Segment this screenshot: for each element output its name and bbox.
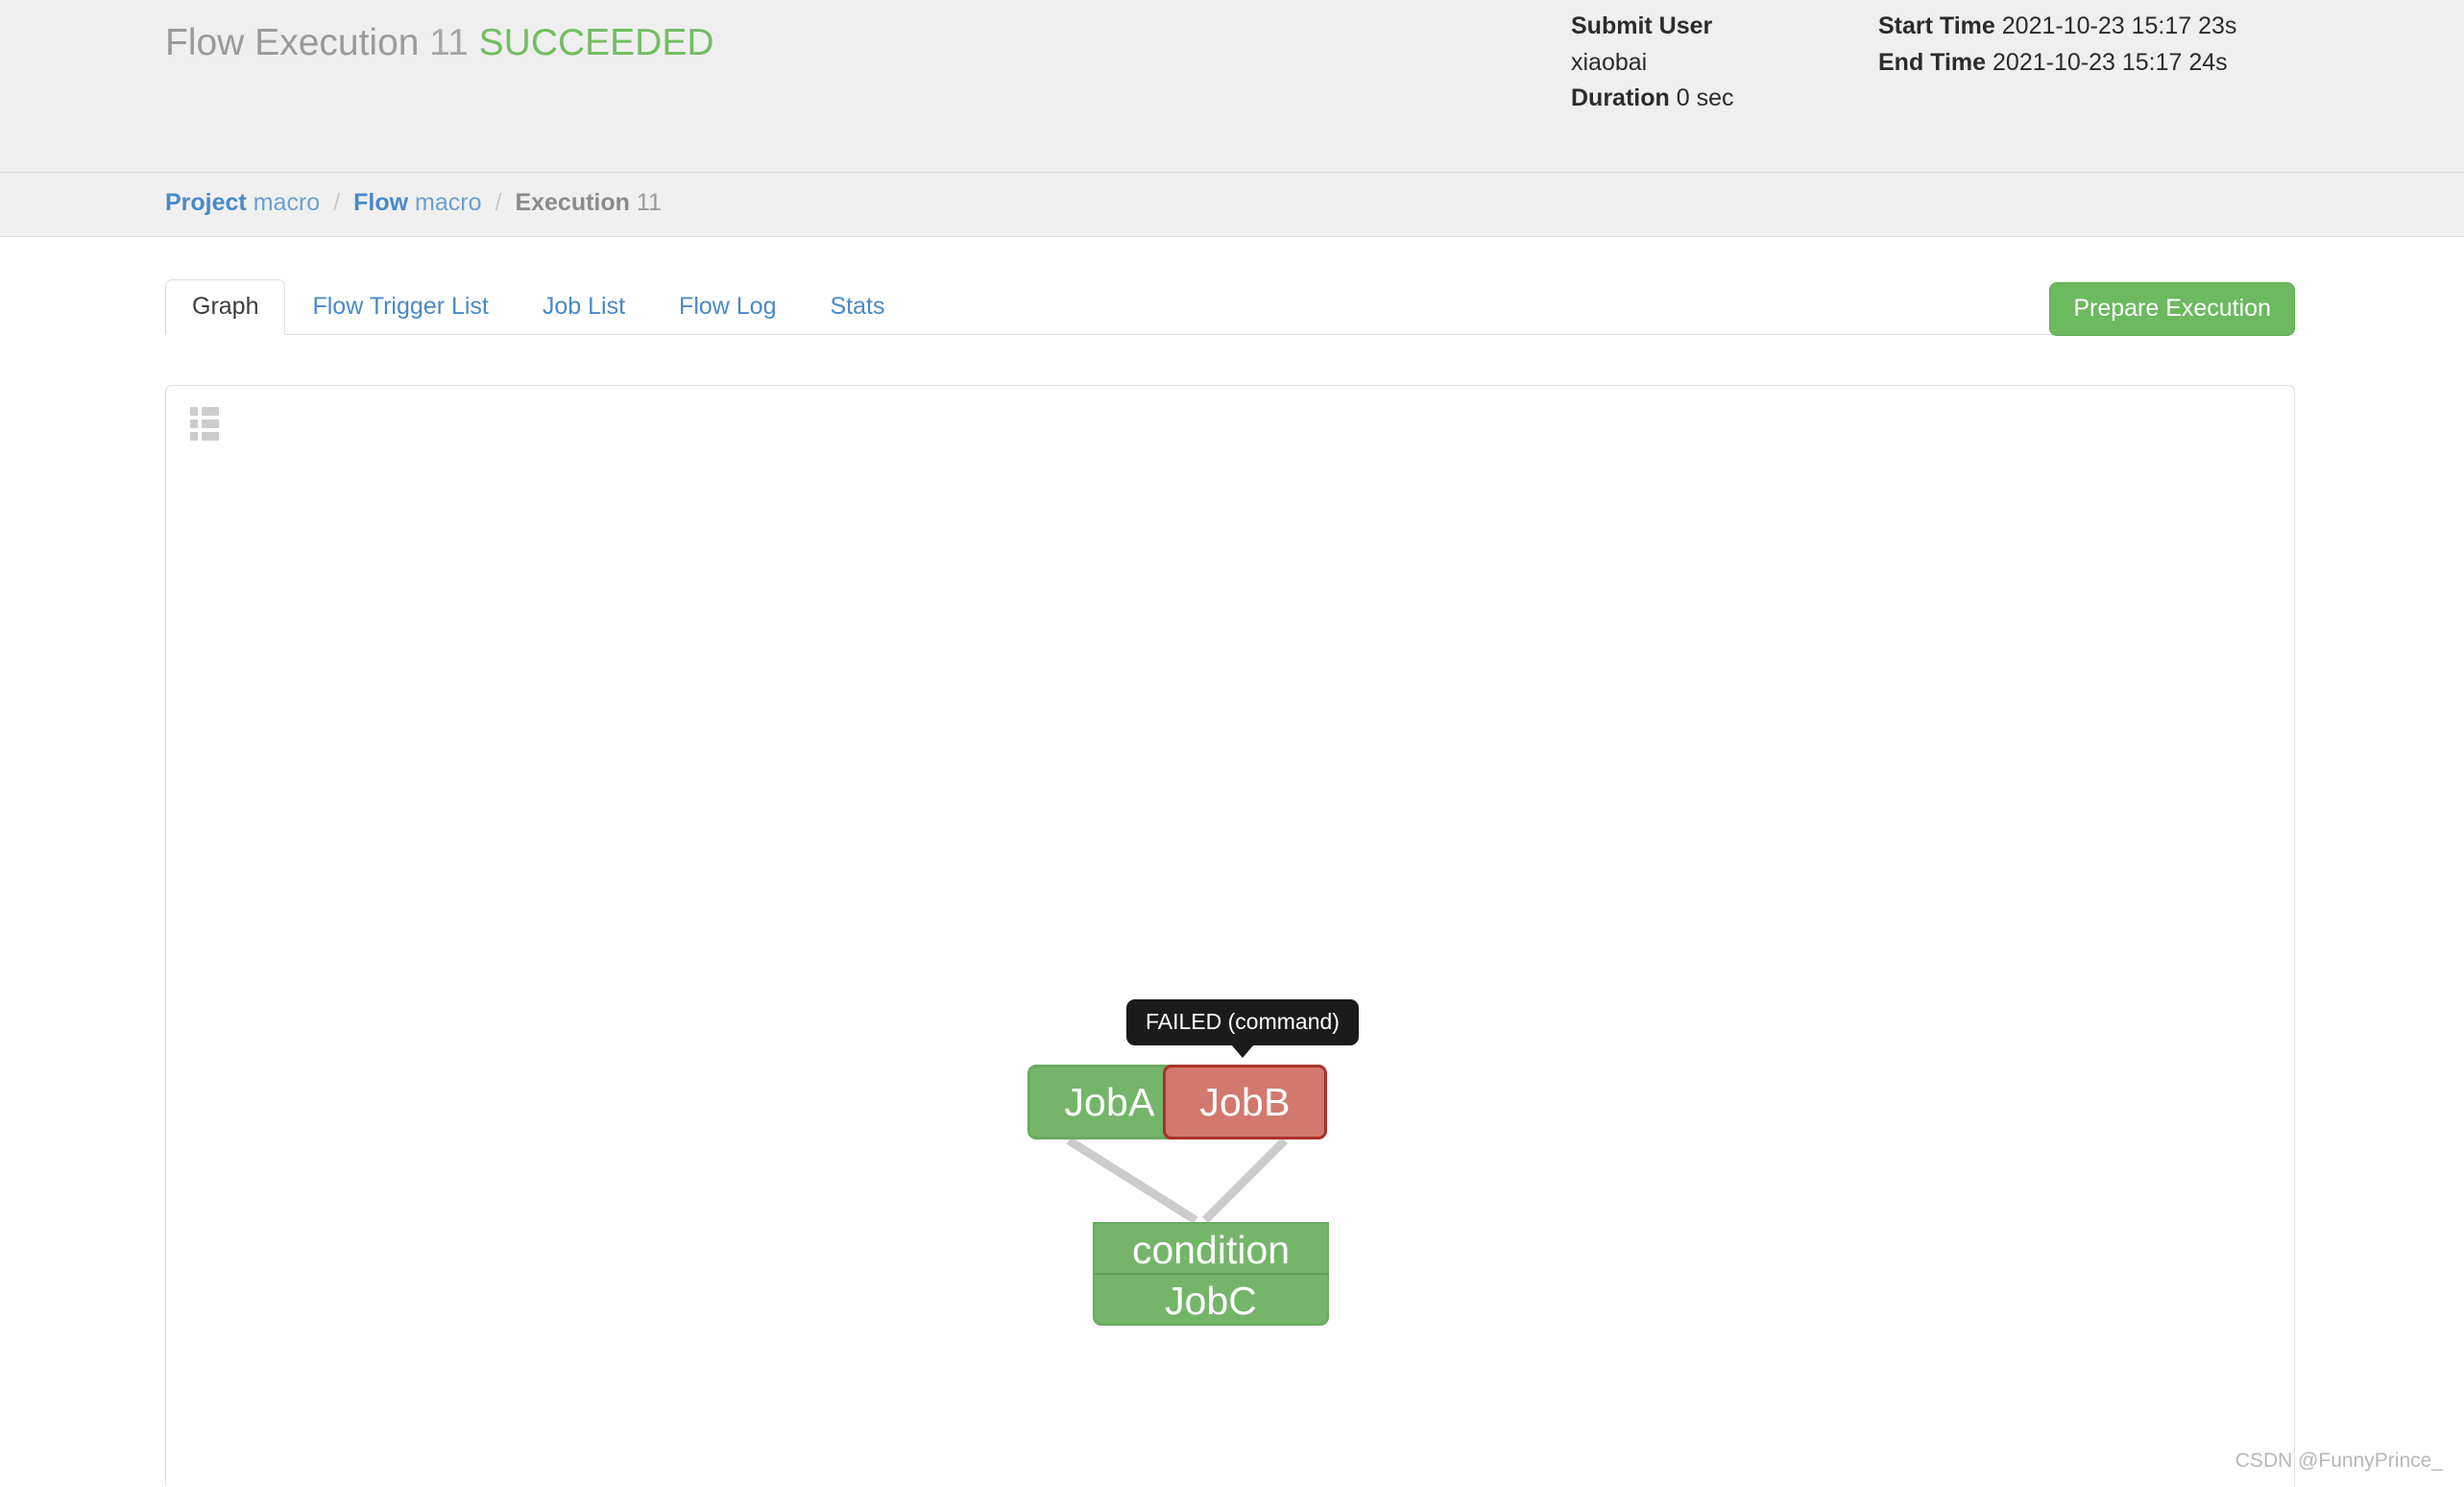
tab-flow-trigger-list[interactable]: Flow Trigger List xyxy=(285,279,515,335)
breadcrumb-item-flow[interactable]: Flow macro xyxy=(353,189,481,216)
breadcrumb-execution-label: Execution xyxy=(515,189,630,216)
breadcrumb-item-execution: Execution 11 xyxy=(515,189,661,216)
tab-flow-log[interactable]: Flow Log xyxy=(652,279,803,335)
page-title: Flow Execution 11 SUCCEEDED xyxy=(165,21,714,66)
meta-duration: Duration 0 sec xyxy=(1571,82,1878,116)
tab-graph[interactable]: Graph xyxy=(165,279,286,335)
edge-jobb-jobc xyxy=(1201,1137,1289,1224)
graph-node-group-condition[interactable]: condition JobC xyxy=(1093,1222,1329,1326)
watermark: CSDN @FunnyPrince_ xyxy=(2235,1450,2443,1472)
breadcrumb-flow-label: Flow xyxy=(353,189,409,216)
execution-meta: Submit User xiaobai Duration 0 sec Start… xyxy=(1571,10,2291,118)
end-time-label: End Time xyxy=(1878,48,1987,76)
status-badge: SUCCEEDED xyxy=(478,22,714,63)
breadcrumb-item-project[interactable]: Project macro xyxy=(165,189,320,216)
job-tooltip: FAILED (command) xyxy=(1126,999,1359,1059)
meta-start-time: Start Time 2021-10-23 15:17 23s xyxy=(1878,10,2291,44)
graph-node-jobc[interactable]: JobC xyxy=(1093,1273,1329,1326)
submit-user-value: xiaobai xyxy=(1571,48,1648,76)
meta-end-time: End Time 2021-10-23 15:17 24s xyxy=(1878,46,2291,81)
meta-submit-user-value-row: xiaobai xyxy=(1571,46,1878,81)
page-title-main: Flow Execution xyxy=(165,22,420,63)
breadcrumb-project-label: Project xyxy=(165,189,247,216)
edge-joba-jobc xyxy=(1066,1137,1198,1224)
graph-node-condition-header[interactable]: condition xyxy=(1093,1222,1329,1273)
submit-user-label: Submit User xyxy=(1571,12,1713,39)
breadcrumb-bar: Project macro / Flow macro / Execution 11 xyxy=(0,173,2464,237)
start-time-value: 2021-10-23 15:17 23s xyxy=(2001,12,2237,39)
start-time-label: Start Time xyxy=(1878,12,1995,39)
tab-bar: Graph Flow Trigger List Job List Flow Lo… xyxy=(165,279,2295,336)
page-header: Flow Execution 11 SUCCEEDED Submit User … xyxy=(0,0,2464,173)
prepare-execution-button[interactable]: Prepare Execution xyxy=(2049,282,2295,336)
tab-stats[interactable]: Stats xyxy=(804,279,912,335)
breadcrumb-execution-value: 11 xyxy=(636,189,662,216)
end-time-value: 2021-10-23 15:17 24s xyxy=(1993,48,2228,76)
graph-node-jobb[interactable]: JobB xyxy=(1163,1065,1327,1139)
meta-column-left: Submit User xiaobai Duration 0 sec xyxy=(1571,10,1878,118)
page-title-number: 11 xyxy=(429,22,469,63)
content-area: Graph Flow Trigger List Job List Flow Lo… xyxy=(0,237,2464,1486)
tab-list: Graph Flow Trigger List Job List Flow Lo… xyxy=(165,279,2295,335)
tab-job-list[interactable]: Job List xyxy=(516,279,652,335)
graph-panel: FAILED (command) JobA JobB condition Job… xyxy=(165,385,2295,1486)
meta-column-right: Start Time 2021-10-23 15:17 23s End Time… xyxy=(1878,10,2291,118)
duration-label: Duration xyxy=(1571,84,1670,111)
breadcrumb-separator-2: / xyxy=(495,189,502,216)
breadcrumb-flow-value: macro xyxy=(415,189,482,216)
meta-submit-user: Submit User xyxy=(1571,10,1878,44)
breadcrumb: Project macro / Flow macro / Execution 11 xyxy=(165,189,662,217)
graph-canvas[interactable]: FAILED (command) JobA JobB condition Job… xyxy=(166,386,2294,1486)
breadcrumb-separator-1: / xyxy=(333,189,341,216)
duration-value: 0 sec xyxy=(1676,84,1734,111)
breadcrumb-project-value: macro xyxy=(253,189,321,216)
